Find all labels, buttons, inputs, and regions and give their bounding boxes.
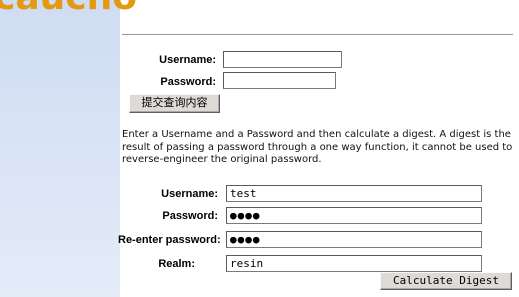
sidebar: caucho (0, 0, 137, 297)
login-username-label: Username: (159, 54, 216, 66)
caucho-logo: caucho (0, 0, 137, 16)
description-text: Enter a Username and a Password and then… (122, 129, 513, 165)
realm-label: Realm: (158, 258, 195, 270)
submit-query-button[interactable]: 提交查询内容 (129, 94, 220, 113)
login-username-input[interactable] (223, 51, 342, 68)
login-password-input[interactable] (223, 72, 336, 89)
calculate-digest-button[interactable]: Calculate Digest (380, 272, 512, 290)
top-divider (122, 34, 513, 35)
login-password-label: Password: (160, 76, 216, 88)
reenter-password-input[interactable]: ●●●● (226, 231, 482, 248)
realm-input[interactable]: resin (226, 255, 482, 272)
digest-password-input[interactable]: ●●●● (226, 207, 482, 224)
reenter-password-label: Re-enter password: (118, 234, 221, 246)
digest-username-label: Username: (161, 188, 218, 200)
digest-username-input[interactable]: test (226, 185, 482, 202)
digest-password-label: Password: (162, 210, 218, 222)
